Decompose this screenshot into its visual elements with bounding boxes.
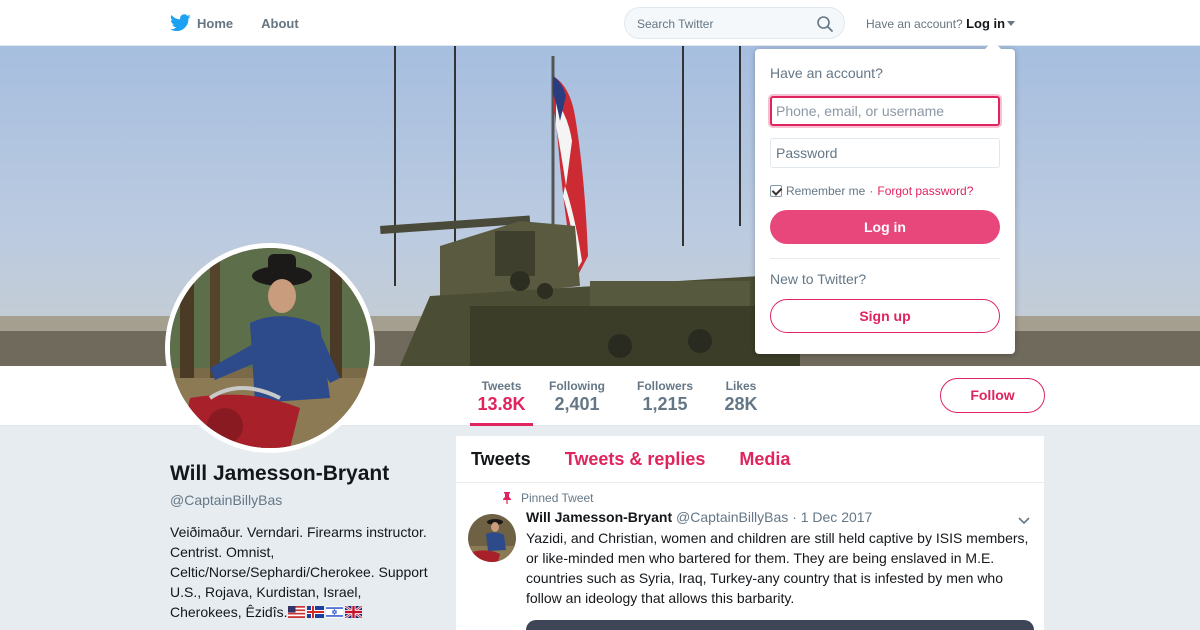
pinned-indicator: Pinned Tweet	[503, 491, 1029, 505]
login-dropdown: Have an account? Phone, email, or userna…	[755, 41, 1015, 354]
nav-left: Home About	[170, 0, 327, 46]
tweet-media-preview[interactable]	[526, 620, 1034, 630]
stat-value: 1,215	[642, 394, 688, 414]
us-flag-icon	[287, 606, 305, 618]
nav-home-link[interactable]: Home	[170, 14, 233, 32]
uk-flag-icon	[344, 606, 362, 618]
search-icon[interactable]	[816, 15, 834, 33]
signup-button[interactable]: Sign up	[770, 299, 1000, 333]
search-input[interactable]: Search Twitter	[624, 7, 845, 39]
nav-about-link[interactable]: About	[261, 16, 299, 31]
profile-avatar[interactable]	[165, 243, 375, 453]
forgot-password-link[interactable]: Forgot password?	[877, 184, 973, 198]
follow-button[interactable]: Follow	[940, 378, 1045, 413]
top-nav: Home About Search Twitter Have an accoun…	[0, 0, 1200, 46]
login-menu-label[interactable]: Log in	[966, 16, 1005, 31]
stat-following[interactable]: Following 2,401	[548, 366, 606, 426]
stat-label: Following	[549, 379, 605, 393]
tweet-date[interactable]: · 1 Dec 2017	[792, 509, 872, 525]
profile-bio-card: Will Jamesson-Bryant @CaptainBillyBas Ve…	[170, 462, 435, 622]
search-placeholder: Search Twitter	[637, 17, 714, 31]
password-field[interactable]: Password	[770, 138, 1000, 168]
username-placeholder: Phone, email, or username	[776, 103, 945, 119]
timeline: Tweets Tweets & replies Media Pinned Twe…	[456, 436, 1044, 630]
twitter-bird-icon	[170, 14, 191, 32]
stat-tweets[interactable]: Tweets 13.8K	[470, 366, 533, 426]
israel-flag-icon	[325, 606, 343, 618]
nav-home-label: Home	[197, 15, 234, 31]
stat-likes[interactable]: Likes 28K	[722, 366, 760, 426]
chevron-down-icon	[1007, 21, 1016, 26]
remember-checkbox[interactable]	[770, 185, 782, 197]
remember-label[interactable]: Remember me	[786, 184, 865, 198]
account-menu[interactable]: Have an account? Log in	[866, 16, 1016, 31]
username-field[interactable]: Phone, email, or username	[770, 96, 1000, 126]
pinned-label: Pinned Tweet	[521, 491, 594, 505]
avatar-image	[170, 248, 370, 448]
iceland-flag-icon	[306, 606, 324, 618]
profile-name[interactable]: Will Jamesson-Bryant	[170, 462, 435, 486]
stat-value: 28K	[724, 394, 758, 414]
tweet-text: Yazidi, and Christian, women and childre…	[526, 530, 1029, 606]
remember-row: Remember me · Forgot password?	[770, 184, 1000, 198]
tab-tweets[interactable]: Tweets	[471, 449, 531, 470]
pinned-tweet[interactable]: Pinned Tweet Will Jamesson-Bryant @Capta…	[456, 483, 1044, 630]
stat-label: Tweets	[481, 379, 522, 393]
stat-followers[interactable]: Followers 1,215	[636, 366, 694, 426]
stat-value: 2,401	[554, 394, 600, 414]
stat-label: Likes	[725, 379, 757, 393]
tab-media[interactable]: Media	[739, 449, 790, 470]
tweet-avatar[interactable]	[468, 514, 516, 562]
stat-value: 13.8K	[477, 394, 526, 414]
timeline-tabs: Tweets Tweets & replies Media	[456, 436, 1044, 483]
login-dropdown-title: Have an account?	[770, 65, 883, 81]
profile-handle[interactable]: @CaptainBillyBas	[170, 492, 435, 508]
tweet-author-name[interactable]: Will Jamesson-Bryant	[526, 509, 672, 525]
new-to-twitter-text: New to Twitter?	[770, 271, 867, 287]
password-placeholder: Password	[776, 145, 838, 161]
stat-label: Followers	[636, 379, 693, 393]
separator-dot: ·	[869, 184, 874, 198]
tab-tweets-and-replies[interactable]: Tweets & replies	[565, 449, 706, 470]
nav-about-label: About	[261, 15, 299, 31]
profile-description: Veiðimaður. Verndari. Firearms instructo…	[170, 522, 435, 622]
divider	[770, 258, 1000, 259]
tweet-header: Will Jamesson-Bryant @CaptainBillyBas · …	[526, 509, 1029, 525]
have-account-text: Have an account?	[866, 17, 963, 31]
tweet-avatar-image	[468, 514, 516, 562]
tweet-author-handle[interactable]: @CaptainBillyBas	[676, 509, 788, 525]
pin-icon	[503, 492, 511, 504]
chevron-down-icon[interactable]	[1018, 517, 1030, 525]
login-button[interactable]: Log in	[770, 210, 1000, 244]
